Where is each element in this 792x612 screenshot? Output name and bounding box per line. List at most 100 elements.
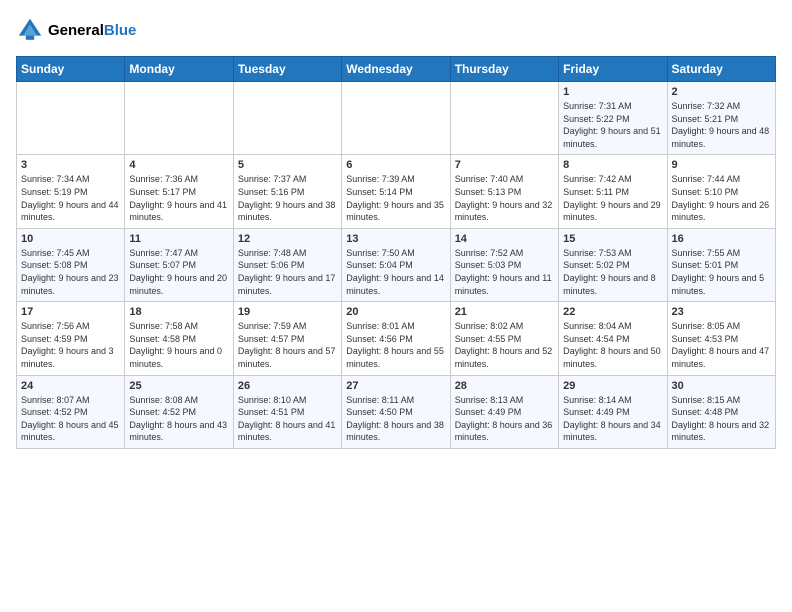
day-number: 12 — [238, 233, 337, 245]
day-info: Sunrise: 7:32 AM Sunset: 5:21 PM Dayligh… — [672, 100, 771, 150]
weekday-header-friday: Friday — [559, 57, 667, 82]
day-number: 9 — [672, 159, 771, 171]
calendar-cell: 6 Sunrise: 7:39 AM Sunset: 5:14 PM Daylig… — [342, 155, 450, 228]
calendar-cell — [125, 82, 233, 155]
calendar-cell: 15 Sunrise: 7:53 AM Sunset: 5:02 PM Dayli… — [559, 228, 667, 301]
calendar-cell: 13 Sunrise: 7:50 AM Sunset: 5:04 PM Dayli… — [342, 228, 450, 301]
day-number: 8 — [563, 159, 662, 171]
calendar-cell: 22 Sunrise: 8:04 AM Sunset: 4:54 PM Dayli… — [559, 302, 667, 375]
calendar-cell: 18Sunrise: 7:58 AM Sunset: 4:58 PM Dayli… — [125, 302, 233, 375]
day-info: Sunrise: 8:04 AM Sunset: 4:54 PM Dayligh… — [563, 320, 662, 370]
day-number: 11 — [129, 233, 228, 245]
day-info: Sunrise: 8:05 AM Sunset: 4:53 PM Dayligh… — [672, 320, 771, 370]
day-info: Sunrise: 7:31 AM Sunset: 5:22 PM Dayligh… — [563, 100, 662, 150]
day-number: 21 — [455, 306, 554, 318]
weekday-header-sunday: Sunday — [17, 57, 125, 82]
day-info: Sunrise: 7:42 AM Sunset: 5:11 PM Dayligh… — [563, 173, 662, 223]
calendar-cell: 26 Sunrise: 8:10 AM Sunset: 4:51 PM Dayli… — [233, 375, 341, 448]
calendar-cell: 30Sunrise: 8:15 AM Sunset: 4:48 PM Dayli… — [667, 375, 775, 448]
calendar-cell: 19 Sunrise: 7:59 AM Sunset: 4:57 PM Dayli… — [233, 302, 341, 375]
day-info: Sunrise: 7:53 AM Sunset: 5:02 PM Dayligh… — [563, 247, 662, 297]
calendar-cell: 4Sunrise: 7:36 AM Sunset: 5:17 PM Daylig… — [125, 155, 233, 228]
day-number: 17 — [21, 306, 120, 318]
page-container: GeneralBlue SundayMondayTuesdayWednesday… — [0, 0, 792, 457]
day-info: Sunrise: 7:45 AM Sunset: 5:08 PM Dayligh… — [21, 247, 120, 297]
day-number: 3 — [21, 159, 120, 171]
day-info: Sunrise: 8:10 AM Sunset: 4:51 PM Dayligh… — [238, 394, 337, 444]
day-info: Sunrise: 7:55 AM Sunset: 5:01 PM Dayligh… — [672, 247, 771, 297]
calendar-cell: 23 Sunrise: 8:05 AM Sunset: 4:53 PM Dayli… — [667, 302, 775, 375]
week-row-3: 10 Sunrise: 7:45 AM Sunset: 5:08 PM Dayli… — [17, 228, 776, 301]
day-info: Sunrise: 7:47 AM Sunset: 5:07 PM Dayligh… — [129, 247, 228, 297]
calendar-cell: 10 Sunrise: 7:45 AM Sunset: 5:08 PM Dayli… — [17, 228, 125, 301]
weekday-header-wednesday: Wednesday — [342, 57, 450, 82]
day-number: 4 — [129, 159, 228, 171]
day-number: 29 — [563, 380, 662, 392]
day-info: Sunrise: 7:34 AM Sunset: 5:19 PM Dayligh… — [21, 173, 120, 223]
day-number: 27 — [346, 380, 445, 392]
calendar-cell: 16 Sunrise: 7:55 AM Sunset: 5:01 PM Dayli… — [667, 228, 775, 301]
day-info: Sunrise: 7:50 AM Sunset: 5:04 PM Dayligh… — [346, 247, 445, 297]
day-info: Sunrise: 7:52 AM Sunset: 5:03 PM Dayligh… — [455, 247, 554, 297]
calendar-cell: 1 Sunrise: 7:31 AM Sunset: 5:22 PM Daylig… — [559, 82, 667, 155]
day-info: Sunrise: 8:13 AM Sunset: 4:49 PM Dayligh… — [455, 394, 554, 444]
week-row-2: 3 Sunrise: 7:34 AM Sunset: 5:19 PM Daylig… — [17, 155, 776, 228]
day-info: Sunrise: 8:08 AM Sunset: 4:52 PM Dayligh… — [129, 394, 228, 444]
day-number: 13 — [346, 233, 445, 245]
calendar-cell: 12 Sunrise: 7:48 AM Sunset: 5:06 PM Dayli… — [233, 228, 341, 301]
day-number: 15 — [563, 233, 662, 245]
day-info: Sunrise: 8:07 AM Sunset: 4:52 PM Dayligh… — [21, 394, 120, 444]
day-number: 10 — [21, 233, 120, 245]
logo-text: GeneralBlue — [48, 22, 136, 39]
calendar-cell: 17 Sunrise: 7:56 AM Sunset: 4:59 PM Dayli… — [17, 302, 125, 375]
day-number: 19 — [238, 306, 337, 318]
day-info: Sunrise: 7:40 AM Sunset: 5:13 PM Dayligh… — [455, 173, 554, 223]
calendar-cell: 21 Sunrise: 8:02 AM Sunset: 4:55 PM Dayli… — [450, 302, 558, 375]
day-number: 24 — [21, 380, 120, 392]
logo: GeneralBlue — [16, 16, 136, 44]
day-number: 23 — [672, 306, 771, 318]
day-info: Sunrise: 8:14 AM Sunset: 4:49 PM Dayligh… — [563, 394, 662, 444]
calendar-header: SundayMondayTuesdayWednesdayThursdayFrid… — [17, 57, 776, 82]
calendar-cell: 11 Sunrise: 7:47 AM Sunset: 5:07 PM Dayli… — [125, 228, 233, 301]
calendar-cell: 27 Sunrise: 8:11 AM Sunset: 4:50 PM Dayli… — [342, 375, 450, 448]
day-info: Sunrise: 8:11 AM Sunset: 4:50 PM Dayligh… — [346, 394, 445, 444]
weekday-header-thursday: Thursday — [450, 57, 558, 82]
calendar-cell: 24 Sunrise: 8:07 AM Sunset: 4:52 PM Dayli… — [17, 375, 125, 448]
day-info: Sunrise: 8:02 AM Sunset: 4:55 PM Dayligh… — [455, 320, 554, 370]
day-number: 7 — [455, 159, 554, 171]
calendar-table: SundayMondayTuesdayWednesdayThursdayFrid… — [16, 56, 776, 449]
day-number: 25 — [129, 380, 228, 392]
day-number: 1 — [563, 86, 662, 98]
calendar-cell — [17, 82, 125, 155]
weekday-header-row: SundayMondayTuesdayWednesdayThursdayFrid… — [17, 57, 776, 82]
day-info: Sunrise: 8:01 AM Sunset: 4:56 PM Dayligh… — [346, 320, 445, 370]
weekday-header-saturday: Saturday — [667, 57, 775, 82]
day-info: Sunrise: 7:59 AM Sunset: 4:57 PM Dayligh… — [238, 320, 337, 370]
day-number: 22 — [563, 306, 662, 318]
day-info: Sunrise: 7:39 AM Sunset: 5:14 PM Dayligh… — [346, 173, 445, 223]
day-number: 6 — [346, 159, 445, 171]
calendar-cell: 9Sunrise: 7:44 AM Sunset: 5:10 PM Daylig… — [667, 155, 775, 228]
calendar-cell: 20 Sunrise: 8:01 AM Sunset: 4:56 PM Dayli… — [342, 302, 450, 375]
day-info: Sunrise: 7:58 AM Sunset: 4:58 PM Dayligh… — [129, 320, 228, 370]
page-header: GeneralBlue — [16, 16, 776, 44]
day-number: 20 — [346, 306, 445, 318]
week-row-1: 1 Sunrise: 7:31 AM Sunset: 5:22 PM Daylig… — [17, 82, 776, 155]
calendar-cell: 14Sunrise: 7:52 AM Sunset: 5:03 PM Dayli… — [450, 228, 558, 301]
day-number: 28 — [455, 380, 554, 392]
calendar-body: 1 Sunrise: 7:31 AM Sunset: 5:22 PM Daylig… — [17, 82, 776, 449]
day-info: Sunrise: 7:56 AM Sunset: 4:59 PM Dayligh… — [21, 320, 120, 370]
day-info: Sunrise: 7:37 AM Sunset: 5:16 PM Dayligh… — [238, 173, 337, 223]
day-number: 26 — [238, 380, 337, 392]
calendar-cell: 5Sunrise: 7:37 AM Sunset: 5:16 PM Daylig… — [233, 155, 341, 228]
logo-icon — [16, 16, 44, 44]
week-row-5: 24 Sunrise: 8:07 AM Sunset: 4:52 PM Dayli… — [17, 375, 776, 448]
day-number: 2 — [672, 86, 771, 98]
day-info: Sunrise: 7:48 AM Sunset: 5:06 PM Dayligh… — [238, 247, 337, 297]
calendar-cell: 7 Sunrise: 7:40 AM Sunset: 5:13 PM Daylig… — [450, 155, 558, 228]
day-number: 16 — [672, 233, 771, 245]
calendar-cell: 3 Sunrise: 7:34 AM Sunset: 5:19 PM Daylig… — [17, 155, 125, 228]
day-info: Sunrise: 8:15 AM Sunset: 4:48 PM Dayligh… — [672, 394, 771, 444]
calendar-cell: 8 Sunrise: 7:42 AM Sunset: 5:11 PM Daylig… — [559, 155, 667, 228]
